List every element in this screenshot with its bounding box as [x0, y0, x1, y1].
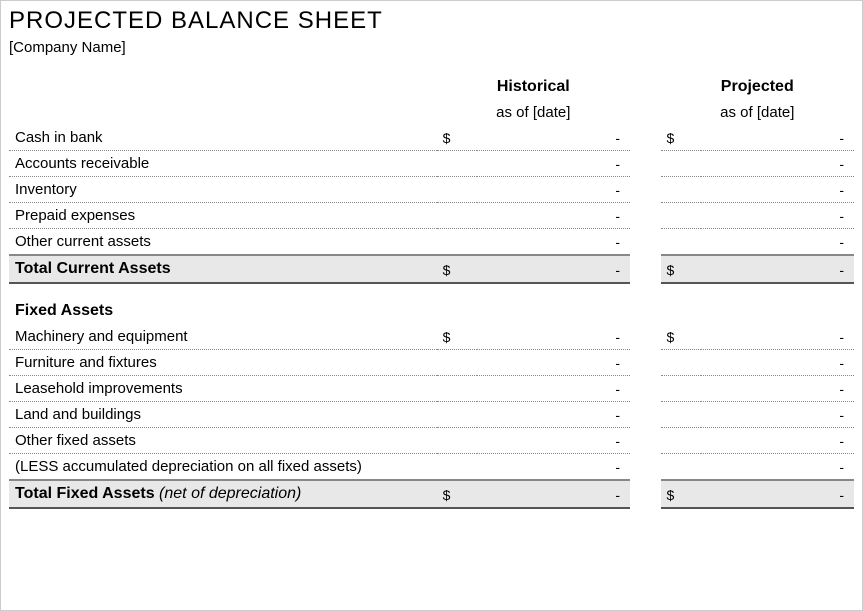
table-row: Other fixed assets - - — [9, 428, 854, 454]
column-subheader-row: as of [date] as of [date] — [9, 100, 854, 125]
row-label: (LESS accumulated depreciation on all fi… — [9, 454, 437, 481]
total-label: Total Current Assets — [9, 255, 437, 283]
row-label: Inventory — [9, 177, 437, 203]
row-label: Other current assets — [9, 229, 437, 256]
row-label: Cash in bank — [9, 125, 437, 151]
total-label: Total Fixed Assets (net of depreciation) — [9, 480, 437, 508]
row-label: Other fixed assets — [9, 428, 437, 454]
hist-value[interactable]: - — [477, 177, 630, 203]
hist-value[interactable]: - — [477, 402, 630, 428]
table-row: Machinery and equipment $ - $ - — [9, 324, 854, 350]
table-row: Inventory - - — [9, 177, 854, 203]
hist-value[interactable]: - — [477, 350, 630, 376]
hist-value[interactable]: - — [477, 203, 630, 229]
proj-value[interactable]: - — [701, 402, 854, 428]
hist-value[interactable]: - — [477, 428, 630, 454]
proj-total: - — [701, 480, 854, 508]
proj-value[interactable]: - — [701, 177, 854, 203]
row-label: Machinery and equipment — [9, 324, 437, 350]
currency-symbol: $ — [437, 480, 478, 508]
currency-symbol: $ — [661, 324, 702, 350]
table-row: Prepaid expenses - - — [9, 203, 854, 229]
fixed-assets-heading-row: Fixed Assets — [9, 283, 854, 324]
table-row: Cash in bank $ - $ - — [9, 125, 854, 151]
proj-value[interactable]: - — [701, 229, 854, 256]
hist-value[interactable]: - — [477, 151, 630, 177]
row-label: Prepaid expenses — [9, 203, 437, 229]
hist-value[interactable]: - — [477, 125, 630, 151]
currency-symbol: $ — [661, 255, 702, 283]
proj-value[interactable]: - — [701, 454, 854, 481]
proj-value[interactable]: - — [701, 324, 854, 350]
proj-value[interactable]: - — [701, 203, 854, 229]
row-label: Leasehold improvements — [9, 376, 437, 402]
currency-symbol: $ — [661, 480, 702, 508]
hist-value[interactable]: - — [477, 376, 630, 402]
proj-total: - — [701, 255, 854, 283]
currency-symbol: $ — [661, 125, 702, 151]
hist-total: - — [477, 480, 630, 508]
company-name: [Company Name] — [9, 39, 854, 56]
proj-value[interactable]: - — [701, 125, 854, 151]
section-heading: Fixed Assets — [9, 283, 854, 324]
currency-symbol: $ — [437, 324, 478, 350]
hist-value[interactable]: - — [477, 454, 630, 481]
row-label: Land and buildings — [9, 402, 437, 428]
balance-sheet: PROJECTED BALANCE SHEET [Company Name] H… — [1, 1, 862, 509]
projected-header: Projected — [661, 74, 854, 100]
row-label: Furniture and fixtures — [9, 350, 437, 376]
table-row: Furniture and fixtures - - — [9, 350, 854, 376]
currency-symbol: $ — [437, 125, 478, 151]
historical-header: Historical — [437, 74, 630, 100]
historical-asof: as of [date] — [437, 100, 630, 125]
total-fixed-assets-row: Total Fixed Assets (net of depreciation)… — [9, 480, 854, 508]
table-row: Accounts receivable - - — [9, 151, 854, 177]
page-title: PROJECTED BALANCE SHEET — [9, 7, 854, 35]
hist-value[interactable]: - — [477, 229, 630, 256]
total-label-bold: Total Fixed Assets — [15, 485, 159, 502]
table-row: Other current assets - - — [9, 229, 854, 256]
column-header-row: Historical Projected — [9, 74, 854, 100]
row-label: Accounts receivable — [9, 151, 437, 177]
total-current-assets-row: Total Current Assets $ - $ - — [9, 255, 854, 283]
balance-table: Historical Projected as of [date] as of … — [9, 74, 854, 509]
table-row: (LESS accumulated depreciation on all fi… — [9, 454, 854, 481]
total-label-italic: (net of depreciation) — [159, 485, 301, 502]
hist-total: - — [477, 255, 630, 283]
proj-value[interactable]: - — [701, 350, 854, 376]
projected-asof: as of [date] — [661, 100, 854, 125]
hist-value[interactable]: - — [477, 324, 630, 350]
table-row: Land and buildings - - — [9, 402, 854, 428]
table-row: Leasehold improvements - - — [9, 376, 854, 402]
proj-value[interactable]: - — [701, 151, 854, 177]
proj-value[interactable]: - — [701, 376, 854, 402]
proj-value[interactable]: - — [701, 428, 854, 454]
currency-symbol: $ — [437, 255, 478, 283]
